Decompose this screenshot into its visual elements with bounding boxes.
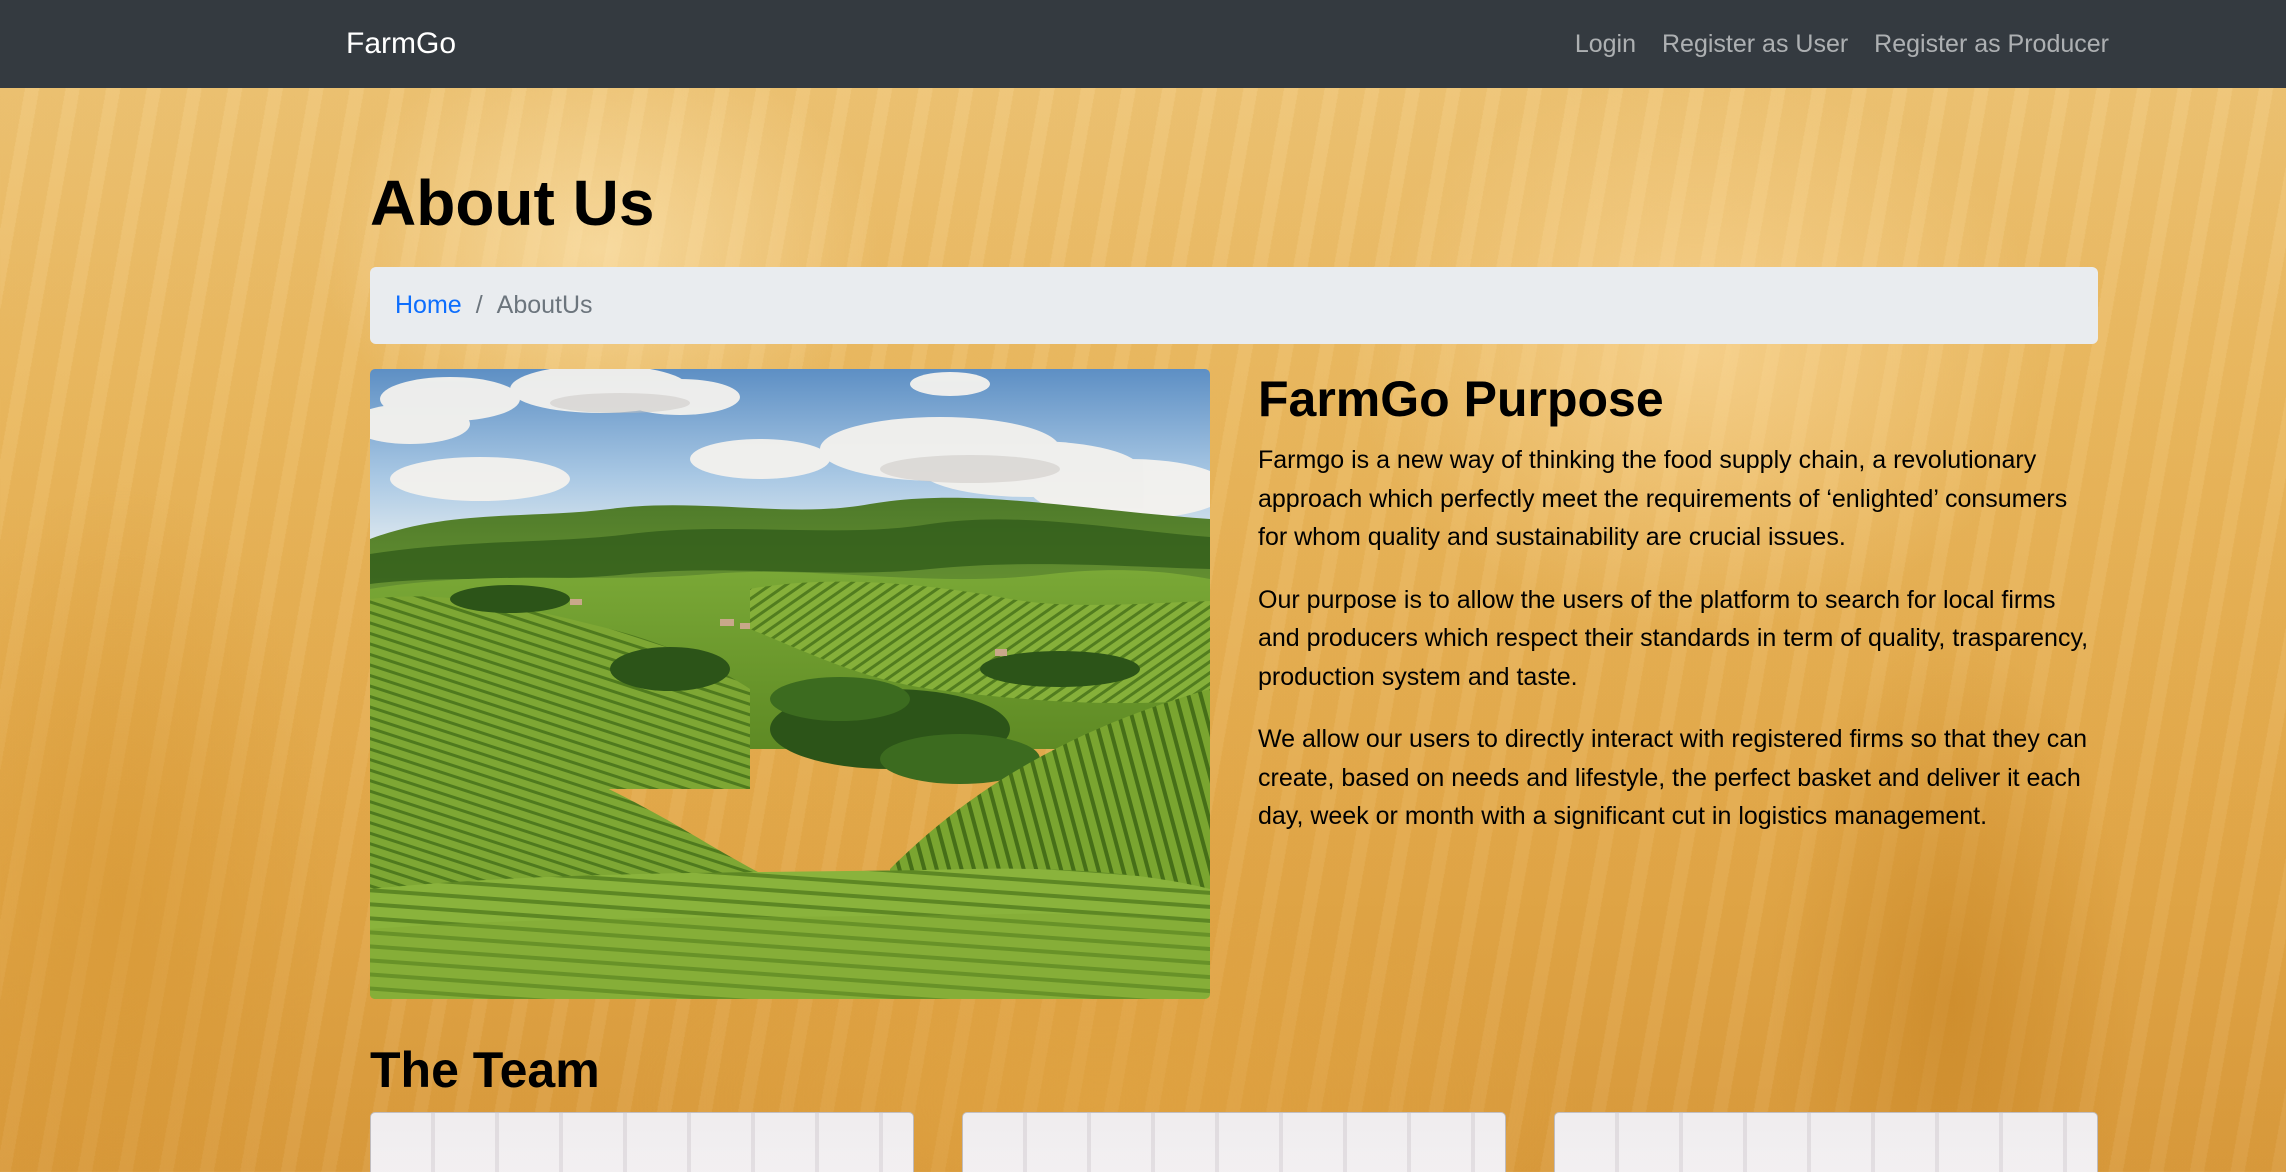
purpose-section: FarmGo Purpose Farmgo is a new way of th… xyxy=(1258,369,2098,860)
team-member-photo xyxy=(1555,1113,2097,1172)
brand-logo-link[interactable]: FarmGo xyxy=(346,0,456,88)
nav-register-user-link[interactable]: Register as User xyxy=(1662,30,1848,59)
breadcrumb-home-link[interactable]: Home xyxy=(395,291,462,320)
nav-links: Login Register as User Register as Produ… xyxy=(1575,0,2109,88)
team-heading: The Team xyxy=(370,1042,600,1098)
team-member-card xyxy=(370,1112,914,1172)
page-title: About Us xyxy=(370,167,655,239)
nav-login-link[interactable]: Login xyxy=(1575,30,1636,59)
breadcrumb-separator: / xyxy=(475,291,483,319)
vineyard-hills-image xyxy=(370,369,1210,999)
purpose-paragraph: Farmgo is a new way of thinking the food… xyxy=(1258,446,2068,551)
team-member-photo xyxy=(371,1113,913,1172)
nav-register-producer-link[interactable]: Register as Producer xyxy=(1874,30,2109,59)
team-member-photo xyxy=(963,1113,1505,1172)
purpose-paragraph: Our purpose is to allow the users of the… xyxy=(1258,585,2089,691)
team-member-card xyxy=(962,1112,1506,1172)
top-navbar: FarmGo Login Register as User Register a… xyxy=(0,0,2286,88)
team-member-card xyxy=(1554,1112,2098,1172)
purpose-heading: FarmGo Purpose xyxy=(1258,371,1664,427)
breadcrumb-current: AboutUs xyxy=(496,291,593,319)
breadcrumb: Home / AboutUs xyxy=(370,267,2098,344)
purpose-paragraph: We allow our users to directly interact … xyxy=(1258,725,2088,830)
